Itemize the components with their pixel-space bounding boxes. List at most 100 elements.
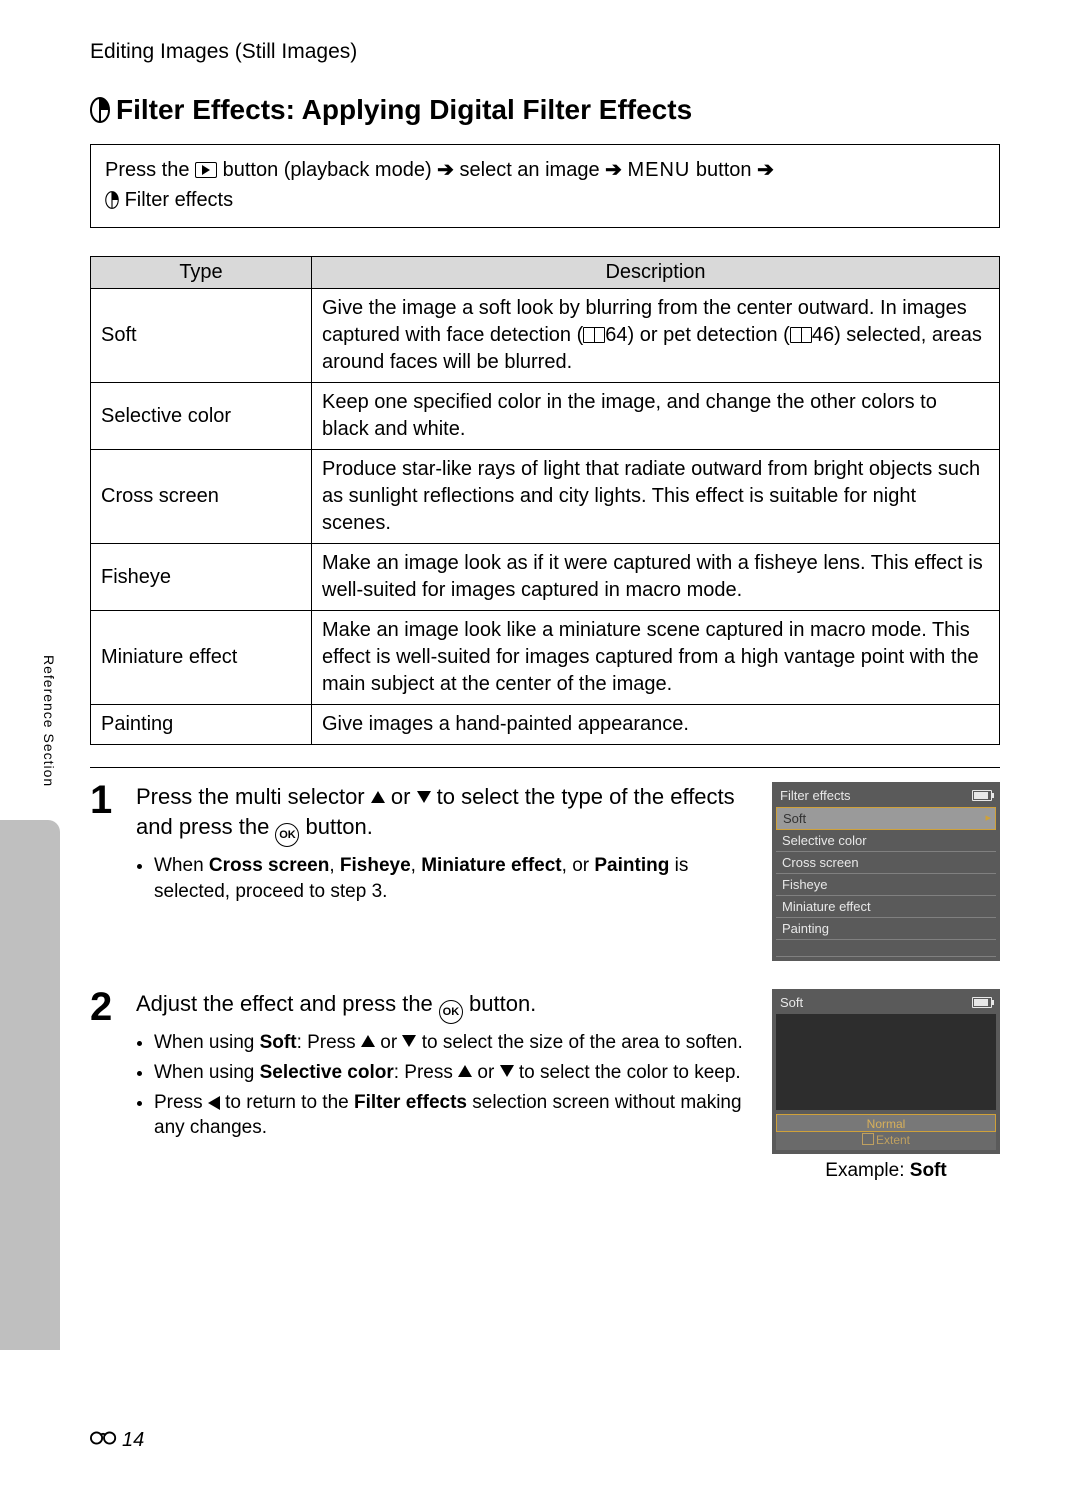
txt: When using: [154, 1032, 260, 1053]
txt: , or: [562, 855, 595, 876]
table-row: Painting Give images a hand-painted appe…: [91, 705, 1000, 745]
lcd-item: Selective color: [776, 830, 996, 852]
txt: : Press: [394, 1062, 458, 1083]
up-icon: [458, 1065, 472, 1077]
nav-text: button (playback mode): [223, 159, 438, 181]
txt: to select the color to keep.: [514, 1062, 741, 1083]
desc-cell: Give images a hand-painted appearance.: [312, 705, 1000, 745]
step-bullet: When using Soft: Press or to select the …: [154, 1030, 754, 1056]
filter-icon: [90, 97, 110, 123]
navigation-path-box: Press the button (playback mode) ➔ selec…: [90, 144, 1000, 228]
ok-button-icon: OK: [275, 823, 299, 847]
side-tab-label: Reference Section: [41, 655, 57, 787]
bold: Miniature effect: [421, 855, 561, 876]
nav-text: Press the: [105, 159, 195, 181]
type-cell: Selective color: [91, 383, 312, 450]
manual-ref-icon: [583, 327, 605, 343]
lcd-item: Painting: [776, 918, 996, 940]
txt: Extent: [876, 1133, 910, 1147]
down-icon: [417, 791, 431, 803]
filter-icon: [105, 189, 125, 211]
ok-button-icon: OK: [439, 1000, 463, 1024]
arrow-right-icon: ➔: [757, 159, 774, 181]
playback-icon: [195, 162, 217, 178]
step-1: 1 Press the multi selector or to select …: [90, 782, 1000, 961]
side-thumb-block: [0, 820, 60, 1350]
page: Reference Section Editing Images (Still …: [0, 0, 1080, 1486]
bold: Soft: [910, 1160, 947, 1181]
table-row: Fisheye Make an image look as if it were…: [91, 544, 1000, 611]
col-header-description: Description: [312, 257, 1000, 289]
step-number: 1: [90, 780, 136, 820]
bold: Filter effects: [354, 1092, 467, 1113]
manual-ref-icon: [790, 327, 812, 343]
type-cell: Painting: [91, 705, 312, 745]
table-row: Cross screen Produce star-like rays of l…: [91, 450, 1000, 544]
lcd-item: Fisheye: [776, 874, 996, 896]
lcd-screenshot-2: Soft Normal Extent Example: Soft: [772, 989, 1000, 1182]
up-icon: [371, 791, 385, 803]
left-icon: [208, 1096, 220, 1110]
lcd-slider-label: Normal: [776, 1114, 996, 1132]
txt: ,: [329, 855, 340, 876]
bold: Cross screen: [209, 855, 329, 876]
desc-cell: Make an image look as if it were capture…: [312, 544, 1000, 611]
bold: Selective color: [260, 1062, 394, 1083]
desc-text: ) or pet detection (: [628, 324, 790, 346]
lcd-slider: Normal Extent: [776, 1114, 996, 1150]
reference-section-icon: [90, 1429, 118, 1452]
desc-cell: Make an image look like a miniature scen…: [312, 611, 1000, 705]
arrow-right-icon: ➔: [437, 159, 454, 181]
step-bullet: When Cross screen, Fisheye, Miniature ef…: [154, 853, 754, 904]
type-cell: Miniature effect: [91, 611, 312, 705]
lcd-item: Cross screen: [776, 852, 996, 874]
type-cell: Soft: [91, 289, 312, 383]
txt: When using: [154, 1062, 260, 1083]
page-footer: 14: [90, 1429, 144, 1452]
lcd-preview-area: [776, 1014, 996, 1110]
page-number: 14: [122, 1429, 144, 1452]
step-number: 2: [90, 987, 136, 1027]
txt: to return to the: [220, 1092, 354, 1113]
type-cell: Fisheye: [91, 544, 312, 611]
lcd-screenshot-1: Filter effects Soft Selective color Cros…: [772, 782, 1000, 961]
step-bullet: Press to return to the Filter effects se…: [154, 1090, 754, 1141]
txt: Press the multi selector: [136, 784, 371, 809]
desc-text: 46: [812, 324, 834, 346]
lcd-title: Filter effects: [780, 788, 851, 803]
txt: : Press: [297, 1032, 361, 1053]
step-2: 2 Adjust the effect and press the OK but…: [90, 989, 1000, 1182]
table-row: Selective color Keep one specified color…: [91, 383, 1000, 450]
divider: [90, 767, 1000, 768]
txt: or: [375, 1032, 402, 1053]
txt: ,: [411, 855, 422, 876]
steps-list: 1 Press the multi selector or to select …: [90, 782, 1000, 1182]
txt: button.: [463, 991, 536, 1016]
step-head: Adjust the effect and press the OK butto…: [136, 989, 754, 1024]
lcd-extent-label: Extent: [776, 1132, 996, 1150]
lcd-caption: Example: Soft: [772, 1160, 1000, 1182]
lcd-blank-row: [776, 940, 996, 957]
extent-icon: [862, 1133, 874, 1145]
lcd-item-selected: Soft: [776, 807, 996, 830]
bold: Soft: [260, 1032, 297, 1053]
battery-icon: [972, 790, 992, 801]
breadcrumb: Editing Images (Still Images): [90, 40, 1000, 64]
up-icon: [361, 1035, 375, 1047]
desc-cell: Give the image a soft look by blurring f…: [312, 289, 1000, 383]
down-icon: [402, 1035, 416, 1047]
down-icon: [500, 1065, 514, 1077]
desc-cell: Keep one specified color in the image, a…: [312, 383, 1000, 450]
page-title: Filter Effects: Applying Digital Filter …: [90, 94, 1000, 126]
table-row: Miniature effect Make an image look like…: [91, 611, 1000, 705]
txt: Press: [154, 1092, 208, 1113]
table-row: Soft Give the image a soft look by blurr…: [91, 289, 1000, 383]
step-bullet: When using Selective color: Press or to …: [154, 1060, 754, 1086]
desc-cell: Produce star-like rays of light that rad…: [312, 450, 1000, 544]
step-head: Press the multi selector or to select th…: [136, 782, 754, 847]
menu-button-label: MENU: [627, 159, 690, 181]
lcd-title: Soft: [780, 995, 803, 1010]
txt: to select the size of the area to soften…: [416, 1032, 742, 1053]
txt: Example:: [825, 1160, 909, 1181]
bold: Painting: [594, 855, 669, 876]
